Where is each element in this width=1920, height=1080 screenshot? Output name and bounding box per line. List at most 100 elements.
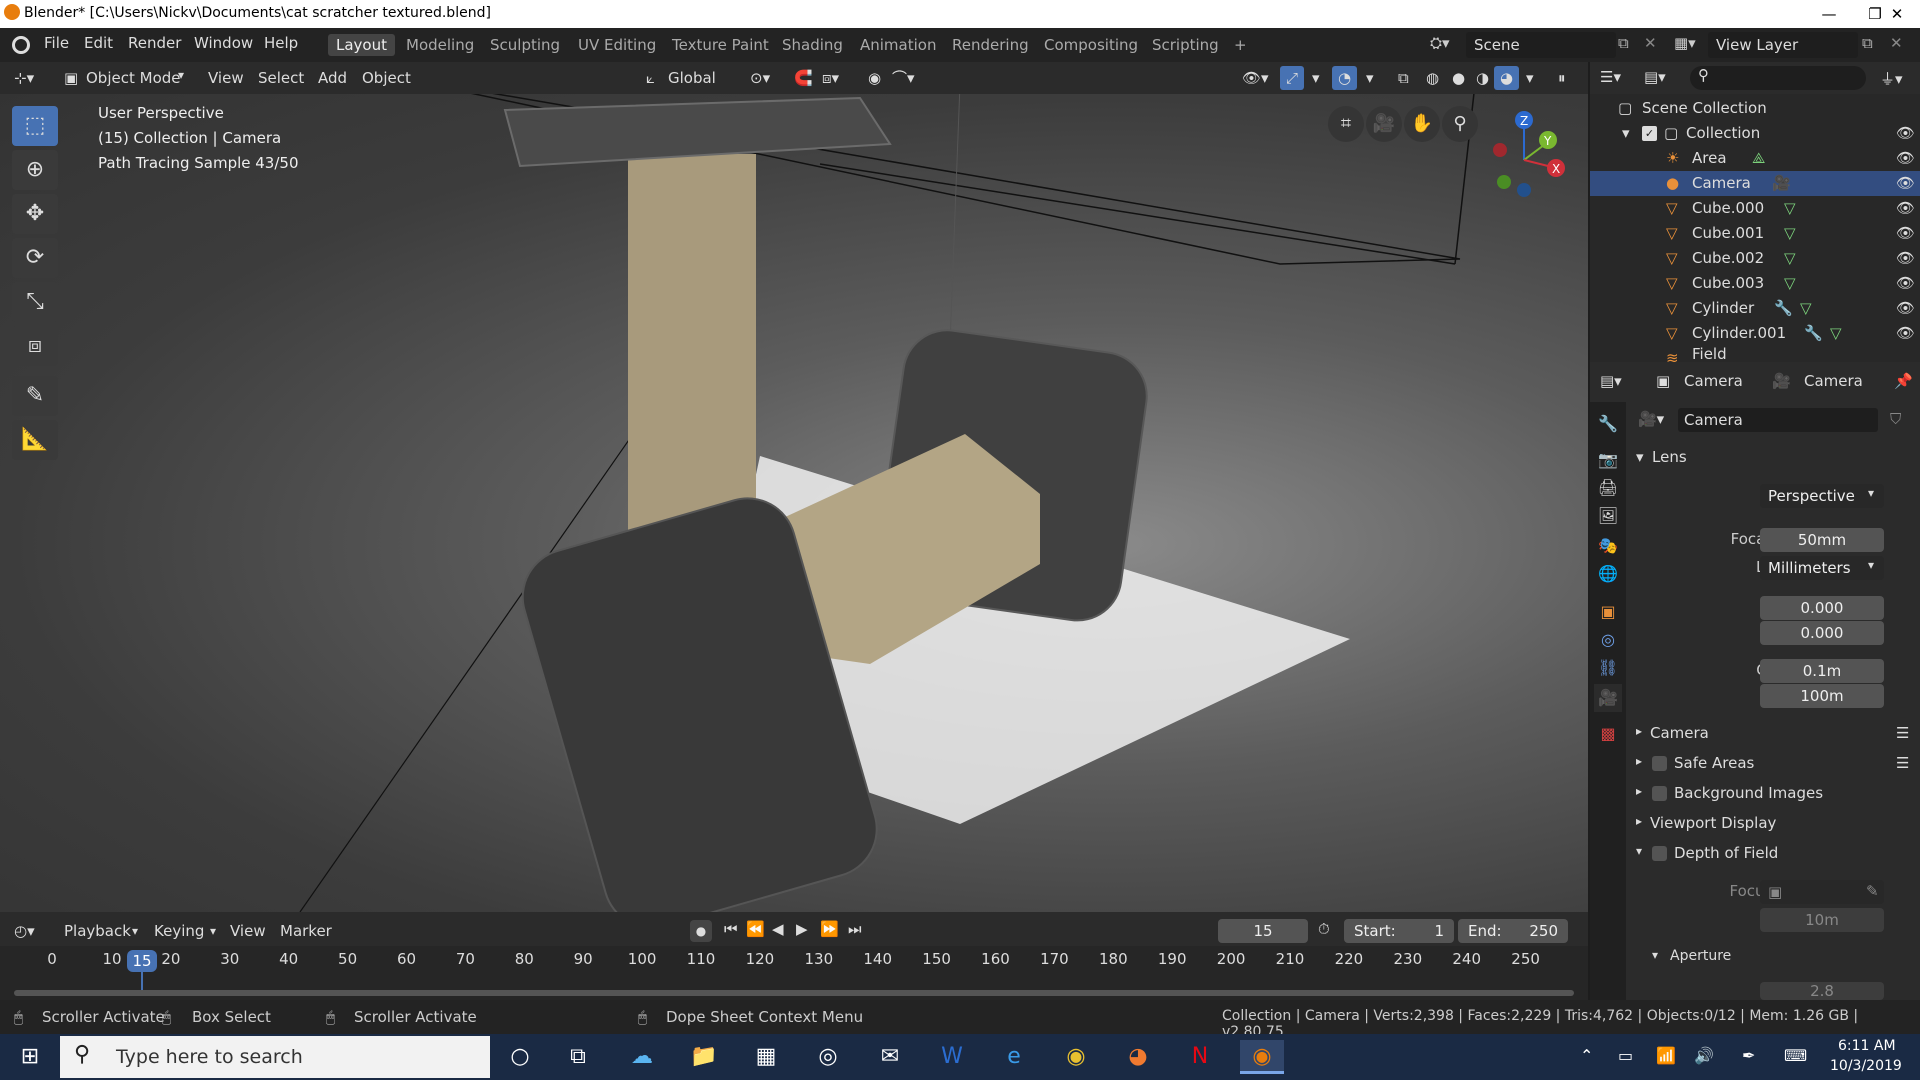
clip-end-field[interactable]: 100m bbox=[1760, 684, 1884, 708]
scene-field[interactable]: Scene bbox=[1466, 32, 1616, 58]
outliner-item-cube-001[interactable]: ▽ Cube.001 ▽ 👁 bbox=[1590, 221, 1920, 246]
navigation-gizmo[interactable]: Z Y X bbox=[1476, 108, 1572, 204]
scale-tool[interactable]: ⤡ bbox=[12, 282, 58, 322]
properties-context-data[interactable]: Camera bbox=[1804, 372, 1863, 390]
cortana-icon[interactable]: ○ bbox=[498, 1040, 542, 1074]
menu-render[interactable]: Render bbox=[128, 34, 181, 52]
shift-y-field[interactable]: 0.000 bbox=[1760, 621, 1884, 645]
new-scene-icon[interactable]: ⧉ bbox=[1618, 34, 1629, 52]
menu-view[interactable]: View bbox=[202, 66, 250, 90]
menu-help[interactable]: Help bbox=[264, 34, 298, 52]
camera-data-icon[interactable]: 🎥▾ bbox=[1638, 410, 1664, 428]
depth-of-field-checkbox[interactable] bbox=[1652, 846, 1667, 861]
eyedropper-icon[interactable]: ✎ bbox=[1866, 882, 1879, 900]
battery-icon[interactable]: ▭ bbox=[1618, 1046, 1633, 1065]
eye-icon[interactable]: 👁 bbox=[1896, 321, 1915, 346]
collection-checkbox[interactable]: ✓ bbox=[1642, 126, 1657, 141]
menu-keying[interactable]: Keying bbox=[154, 922, 204, 940]
record-icon[interactable]: ● bbox=[690, 920, 712, 942]
3d-viewport[interactable]: User Perspective (15) Collection | Camer… bbox=[0, 94, 1588, 912]
keyboard-icon[interactable]: ⌨ bbox=[1784, 1046, 1807, 1065]
material-shading-icon[interactable]: ◑ bbox=[1470, 66, 1495, 90]
distance-field[interactable]: 10m bbox=[1760, 908, 1884, 932]
wifi-icon[interactable]: 📶 bbox=[1656, 1046, 1676, 1065]
zoom-icon[interactable]: ⚲ bbox=[1442, 106, 1478, 142]
file-explorer-icon[interactable]: 📁 bbox=[682, 1040, 726, 1074]
camera-datablock-field[interactable]: Camera bbox=[1678, 408, 1878, 432]
eye-icon[interactable]: 👁 bbox=[1896, 296, 1915, 321]
menu-edit[interactable]: Edit bbox=[84, 34, 113, 52]
timeline-editor-icon[interactable]: ◴▾ bbox=[14, 922, 35, 940]
collapse-arrow-icon[interactable]: ▾ bbox=[1652, 948, 1658, 962]
expand-arrow-icon[interactable]: ▸ bbox=[1636, 784, 1642, 798]
volume-icon[interactable]: 🔊 bbox=[1694, 1046, 1714, 1065]
tab-shading[interactable]: Shading bbox=[774, 34, 851, 56]
camera-panel-title[interactable]: Camera bbox=[1650, 724, 1709, 742]
lens-unit-dropdown[interactable]: Millimeters bbox=[1760, 556, 1884, 580]
menu-select[interactable]: Select bbox=[252, 66, 310, 90]
collapse-arrow-icon[interactable]: ▾ bbox=[1636, 844, 1642, 858]
word-icon[interactable]: W bbox=[930, 1040, 974, 1074]
end-frame-field[interactable]: End: 250 bbox=[1458, 919, 1568, 943]
eye-icon[interactable]: 👁 bbox=[1896, 221, 1915, 246]
jump-start-icon[interactable]: ⏮ bbox=[724, 920, 738, 938]
clock-date[interactable]: 10/3/2019 bbox=[1830, 1058, 1902, 1074]
play-reverse-icon[interactable]: ◀ bbox=[772, 920, 784, 938]
texture-tab-icon[interactable]: ▩ bbox=[1594, 720, 1622, 748]
outliner-item-cube-003[interactable]: ▽ Cube.003 ▽ 👁 bbox=[1590, 271, 1920, 296]
minimize-button[interactable]: — bbox=[1806, 2, 1852, 26]
xray-icon[interactable]: ⧉ bbox=[1392, 66, 1415, 90]
solid-shading-icon[interactable]: ● bbox=[1446, 66, 1471, 90]
menu-file[interactable]: File bbox=[44, 34, 69, 52]
chrome-icon[interactable]: ◉ bbox=[1054, 1040, 1098, 1074]
lens-panel-title[interactable]: Lens bbox=[1652, 448, 1687, 466]
blender-menu-icon[interactable] bbox=[12, 36, 30, 54]
tab-rendering[interactable]: Rendering bbox=[944, 34, 1037, 56]
shift-x-field[interactable]: 0.000 bbox=[1760, 596, 1884, 620]
camera-data-tab-icon[interactable]: 🎥 bbox=[1594, 684, 1622, 712]
stopwatch-icon[interactable]: ⏱ bbox=[1318, 920, 1330, 938]
chevron-down-icon[interactable]: ▾ bbox=[1306, 66, 1326, 90]
system-tray-chevron-icon[interactable]: ⌃ bbox=[1580, 1046, 1593, 1065]
groove-icon[interactable]: ◎ bbox=[806, 1040, 850, 1074]
select-box-tool[interactable]: ⬚ bbox=[12, 106, 58, 146]
pen-icon[interactable]: ✒ bbox=[1742, 1046, 1755, 1065]
camera-view-icon[interactable]: 🎥 bbox=[1366, 106, 1402, 142]
view-layer-tab-icon[interactable]: 🖼 bbox=[1594, 502, 1622, 530]
tab-texture-paint[interactable]: Texture Paint bbox=[664, 34, 777, 56]
eye-icon[interactable]: 👁 bbox=[1896, 146, 1915, 171]
focal-length-field[interactable]: 50mm bbox=[1760, 528, 1884, 552]
pause-render-icon[interactable]: ⏸ bbox=[1552, 66, 1572, 90]
outliner-item-cylinder-001[interactable]: ▽ Cylinder.001 🔧 ▽ 👁 bbox=[1590, 321, 1920, 346]
display-mode-icon[interactable]: ▤▾ bbox=[1644, 68, 1666, 86]
rendered-shading-icon[interactable]: ◕ bbox=[1494, 66, 1520, 90]
list-icon[interactable]: ☰ bbox=[1896, 724, 1909, 742]
tab-uv-editing[interactable]: UV Editing bbox=[570, 34, 664, 56]
expand-arrow-icon[interactable]: ▸ bbox=[1636, 814, 1642, 828]
world-tab-icon[interactable]: 🌐 bbox=[1594, 560, 1622, 588]
add-workspace-button[interactable]: + bbox=[1226, 34, 1255, 56]
outliner-search-input[interactable]: ⚲ bbox=[1690, 66, 1866, 90]
clock-time[interactable]: 6:11 AM bbox=[1838, 1038, 1896, 1054]
firefox-icon[interactable]: ◕ bbox=[1116, 1040, 1160, 1074]
gizmo-toggle-icon[interactable]: ⤢ bbox=[1280, 66, 1305, 90]
start-frame-field[interactable]: Start: 1 bbox=[1344, 919, 1454, 943]
menu-window[interactable]: Window bbox=[194, 34, 253, 52]
fake-user-icon[interactable]: ⛉ bbox=[1890, 410, 1901, 428]
tab-animation[interactable]: Animation bbox=[852, 34, 944, 56]
wireframe-shading-icon[interactable]: ◍ bbox=[1420, 66, 1445, 90]
delete-scene-icon[interactable]: ✕ bbox=[1644, 34, 1657, 52]
output-tab-icon[interactable]: 🖨 bbox=[1594, 474, 1622, 502]
transform-tool[interactable]: ⧈ bbox=[12, 326, 58, 366]
task-view-icon[interactable]: ⧉ bbox=[556, 1040, 600, 1074]
menu-marker[interactable]: Marker bbox=[280, 922, 332, 940]
playhead-frame-badge[interactable]: 15 bbox=[127, 950, 157, 972]
outliner-item-cylinder[interactable]: ▽ Cylinder 🔧 ▽ 👁 bbox=[1590, 296, 1920, 321]
f-stop-field[interactable]: 2.8 bbox=[1760, 982, 1884, 1000]
falloff-icon[interactable]: ⌒▾ bbox=[886, 66, 921, 90]
depth-of-field-panel-title[interactable]: Depth of Field bbox=[1674, 844, 1778, 862]
chevron-down-icon[interactable]: ▾ bbox=[1520, 66, 1540, 90]
expand-arrow-icon[interactable]: ▾ bbox=[1622, 121, 1630, 146]
calculator-icon[interactable]: ▦ bbox=[744, 1040, 788, 1074]
new-view-layer-icon[interactable]: ⧉ bbox=[1862, 34, 1873, 52]
